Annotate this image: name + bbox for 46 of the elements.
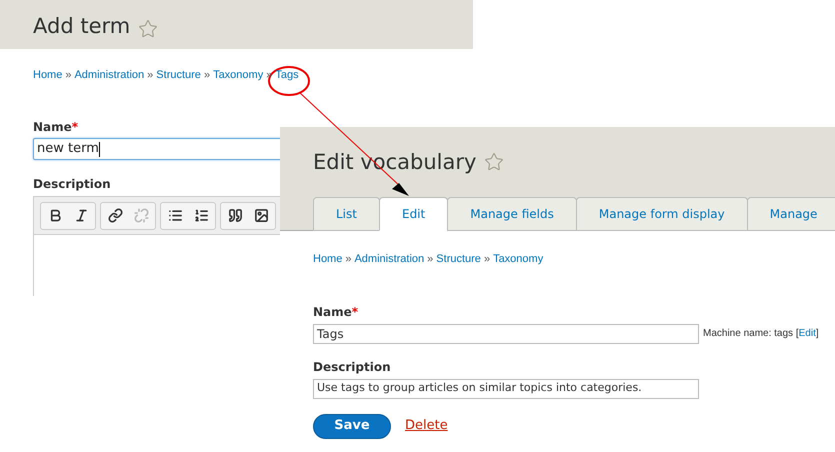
breadcrumb-link[interactable]: Tags: [275, 66, 299, 83]
breadcrumb-link[interactable]: Administration: [354, 251, 424, 268]
bullet-list-icon: [168, 208, 182, 223]
name-input[interactable]: Tags: [313, 324, 699, 344]
save-button[interactable]: Save: [313, 414, 391, 438]
tab[interactable]: Manage: [746, 197, 835, 231]
tab[interactable]: Edit: [378, 197, 448, 231]
breadcrumb-link[interactable]: Taxonomy: [493, 251, 544, 268]
image-icon: [254, 208, 268, 223]
breadcrumb-link[interactable]: Taxonomy: [213, 66, 264, 83]
breadcrumb-link[interactable]: Administration: [74, 66, 144, 83]
breadcrumb-link[interactable]: Home: [313, 251, 342, 268]
description-input[interactable]: Use tags to group articles on similar topics into categories.: [313, 378, 699, 398]
star-icon[interactable]: [138, 18, 158, 38]
delete-link[interactable]: Delete: [405, 416, 448, 436]
field-label: Name: [33, 119, 72, 136]
field-label: Description: [313, 358, 392, 376]
breadcrumb-separator: »: [65, 68, 72, 82]
breadcrumb-separator: »: [345, 252, 352, 267]
input-value: new term: [37, 140, 99, 158]
edit-link[interactable]: Edit: [798, 326, 816, 341]
star-icon[interactable]: [484, 152, 504, 172]
breadcrumb-link[interactable]: Structure: [436, 251, 481, 268]
highlight-circle: [268, 66, 310, 96]
link-icon: [108, 208, 122, 223]
tab[interactable]: Manage fields: [447, 197, 577, 231]
required-mark: *: [72, 119, 78, 136]
field-label: Name: [313, 304, 352, 320]
breadcrumb-separator: »: [147, 68, 154, 82]
italic-icon: [74, 208, 88, 223]
machine-name-text: Machine name: tags [: [703, 327, 799, 341]
required-mark: *: [352, 304, 358, 320]
field-label: Description: [33, 176, 112, 193]
quote-icon: [228, 208, 242, 223]
breadcrumb-separator: »: [204, 68, 210, 82]
tab[interactable]: Manage form display: [576, 197, 748, 231]
numbered-list-icon: [194, 208, 208, 223]
bracket-text: ]: [816, 327, 819, 341]
breadcrumb-separator: »: [484, 252, 490, 267]
breadcrumb-separator: »: [427, 252, 434, 267]
page-title: Add term: [33, 13, 130, 40]
tab[interactable]: List: [313, 197, 380, 231]
breadcrumb-link[interactable]: Structure: [156, 66, 201, 83]
breadcrumb-link[interactable]: Home: [33, 66, 62, 83]
text-cursor: [98, 142, 100, 156]
unlink-icon: [134, 208, 148, 223]
